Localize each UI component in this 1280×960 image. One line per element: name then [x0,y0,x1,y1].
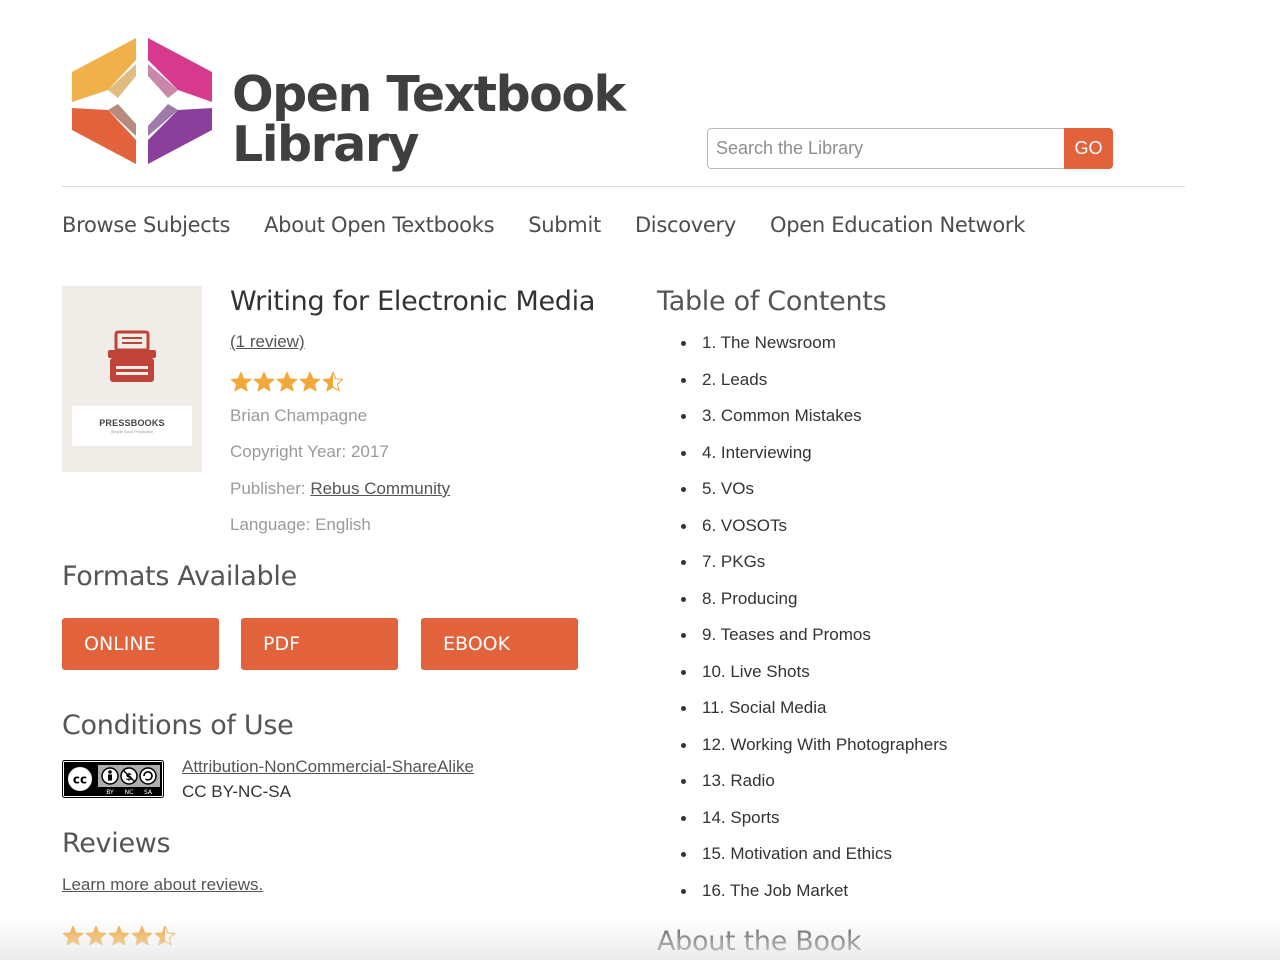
header-divider [62,186,1185,187]
star-icon [131,925,153,946]
cover-label: PRESSBOOKS Simple Book Production [72,406,192,446]
toc-item: 6. VOSOTs [680,511,947,548]
toc-item: 14. Sports [680,803,947,840]
license-link[interactable]: Attribution-NonCommercial-ShareAlike [182,757,474,777]
format-ebook-button[interactable]: EBOOK [421,618,578,670]
reviews-heading: Reviews [62,828,171,859]
book-cover: PRESSBOOKS Simple Book Production [62,286,202,472]
publisher-label: Publisher: [230,479,311,498]
toc-item: 7. PKGs [680,547,947,584]
book-language: Language: English [230,515,371,534]
cover-subtitle: Simple Book Production [110,429,154,434]
license-code: CC BY-NC-SA [182,782,291,801]
format-online-button[interactable]: ONLINE [62,618,219,670]
about-heading: About the Book [657,926,862,957]
rating-stars [230,371,344,393]
toc-item: 11. Social Media [680,693,947,730]
logo-wordmark[interactable]: Open Textbook Library [232,66,626,173]
toc-item: 12. Working With Photographers [680,730,947,767]
review-count-link[interactable]: (1 review) [230,332,305,352]
search-go-button[interactable]: GO [1064,128,1113,169]
typewriter-icon [108,330,156,382]
scroll-fade [0,918,1280,960]
logo-mark[interactable] [70,36,218,166]
book-title: Writing for Electronic Media [230,286,596,317]
learn-more-reviews-link[interactable]: Learn more about reviews. [62,875,263,895]
book-author: Brian Champagne [230,406,368,425]
toc-item: 4. Interviewing [680,438,947,475]
nav-browse-subjects[interactable]: Browse Subjects [62,210,230,242]
star-icon [154,925,176,946]
cc-sa-text: SA [144,789,153,796]
logo-line-1: Open Textbook [232,66,626,123]
nav-submit[interactable]: Submit [528,210,601,242]
toc-item: 5. VOs [680,474,947,511]
logo-line-2: Library [232,116,419,173]
format-pdf-button[interactable]: PDF [241,618,398,670]
star-icon [85,925,107,946]
book-copyright: Copyright Year: 2017 [230,442,389,461]
star-icon [108,925,130,946]
star-icon [62,925,84,946]
main-nav: Browse Subjects About Open Textbooks Sub… [62,210,1025,242]
nav-discovery[interactable]: Discovery [635,210,736,242]
toc-item: 3. Common Mistakes [680,401,947,438]
nav-about-open-textbooks[interactable]: About Open Textbooks [264,210,494,242]
toc-item: 16. The Job Market [680,876,947,913]
search-input[interactable] [707,128,1064,169]
nav-open-education-network[interactable]: Open Education Network [770,210,1025,242]
toc-item: 1. The Newsroom [680,328,947,365]
toc-item: 15. Motivation and Ethics [680,839,947,876]
search-form: GO [707,128,1113,169]
toc-list: 1. The Newsroom 2. Leads 3. Common Mista… [680,328,947,912]
toc-item: 13. Radio [680,766,947,803]
cover-title: PRESSBOOKS [99,418,165,428]
publisher-link[interactable]: Rebus Community [310,479,450,498]
star-icon [299,371,321,392]
formats-heading: Formats Available [62,561,297,592]
star-icon [276,371,298,392]
cc-by-text: BY [106,789,114,796]
conditions-heading: Conditions of Use [62,710,294,741]
toc-item: 2. Leads [680,365,947,402]
star-icon [322,371,344,392]
cc-nc-text: NC [125,789,134,796]
toc-item: 10. Live Shots [680,657,947,694]
cc-text: cc [73,773,87,787]
toc-heading: Table of Contents [657,286,887,317]
cc-license-badge: cc $ BY NC SA [62,760,164,798]
reviews-rating-stars [62,925,176,947]
star-icon [230,371,252,392]
toc-item: 9. Teases and Promos [680,620,947,657]
book-publisher: Publisher: Rebus Community [230,479,450,499]
toc-item: 8. Producing [680,584,947,621]
star-icon [253,371,275,392]
